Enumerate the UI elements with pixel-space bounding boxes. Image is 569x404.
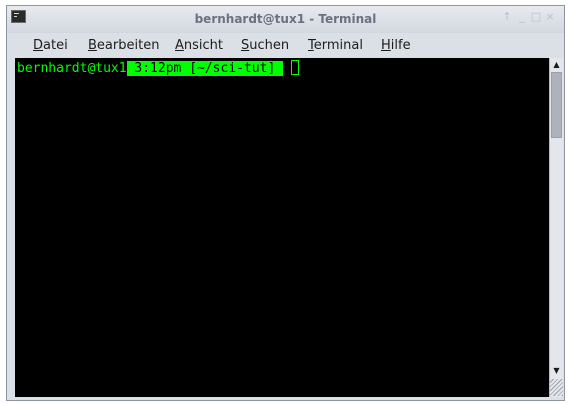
prompt-user: bernhardt@tux1 (17, 61, 127, 76)
menu-hilfe-accel: H (381, 38, 391, 53)
menu-terminal[interactable]: Terminal (308, 33, 363, 58)
menu-bearbeiten-label: earbeiten (96, 38, 160, 53)
menu-bearbeiten[interactable]: Bearbeiten (88, 33, 159, 58)
menu-hilfe-label: ilfe (390, 38, 411, 53)
menu-datei-accel: D (33, 38, 44, 53)
close-icon[interactable]: × (543, 10, 557, 24)
terminal-area[interactable]: bernhardt@tux1 3:12pm [~/sci-tut] (15, 58, 549, 397)
menu-ansicht-accel: A (175, 38, 184, 53)
menu-suchen[interactable]: Suchen (241, 33, 289, 58)
menu-bearbeiten-accel: B (88, 38, 97, 53)
keep-above-icon[interactable]: ↑ (500, 10, 514, 24)
menu-ansicht[interactable]: Ansicht (175, 33, 223, 58)
prompt-time-path: 3:12pm [~/sci-tut] (126, 61, 284, 76)
prompt-line: bernhardt@tux1 3:12pm [~/sci-tut] (17, 60, 300, 77)
menu-hilfe[interactable]: Hilfe (381, 33, 411, 58)
terminal-window: bernhardt@tux1 - Terminal ↑ _ □ × Datei … (6, 5, 565, 401)
resize-grip-icon[interactable] (550, 379, 563, 396)
title-bar[interactable]: bernhardt@tux1 - Terminal ↑ _ □ × (7, 6, 564, 33)
scroll-down-arrow-icon[interactable]: ▼ (550, 364, 563, 378)
window-title: bernhardt@tux1 - Terminal (194, 12, 377, 26)
text-cursor (291, 60, 300, 75)
menu-bar: Datei Bearbeiten Ansicht Suchen Terminal… (7, 33, 564, 58)
scroll-thumb[interactable] (551, 72, 562, 138)
menu-suchen-label: uchen (249, 38, 290, 53)
menu-datei-label: atei (43, 38, 68, 53)
menu-terminal-label: erminal (313, 38, 363, 53)
maximize-icon[interactable]: □ (529, 10, 543, 24)
minimize-icon[interactable]: _ (515, 10, 529, 24)
menu-datei[interactable]: Datei (33, 33, 68, 58)
menu-ansicht-label: nsicht (183, 38, 224, 53)
scroll-up-arrow-icon[interactable]: ▲ (550, 58, 563, 72)
vertical-scrollbar[interactable]: ▲ ▼ (549, 58, 563, 397)
